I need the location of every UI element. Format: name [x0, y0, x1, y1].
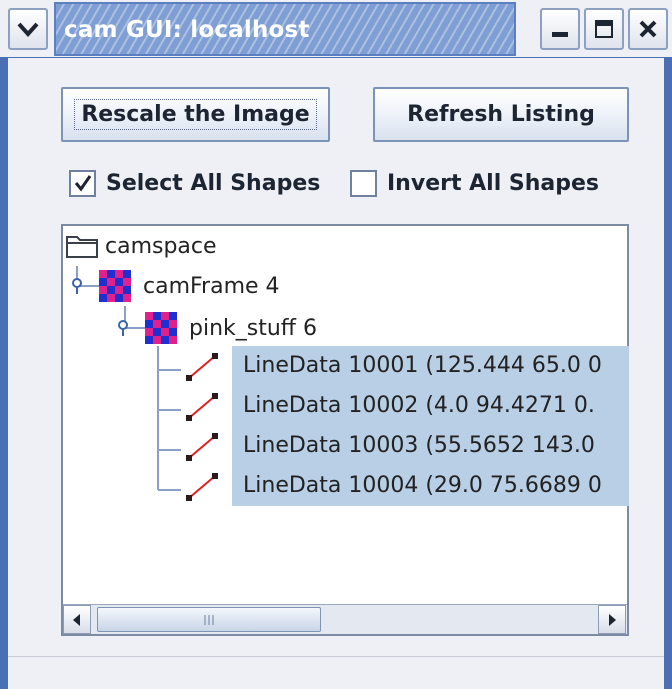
tree-leaf-label: LineData 10002 (4.0 94.4271 0. — [243, 393, 595, 418]
tree-node-camframe[interactable]: camFrame 4 — [69, 266, 280, 306]
window-title: cam GUI: localhost — [64, 17, 310, 43]
invert-all-shapes-checkbox[interactable]: Invert All Shapes — [350, 163, 599, 203]
arrow-right-icon — [609, 613, 616, 626]
tree-node-label: camFrame 4 — [143, 273, 280, 299]
chevron-down-icon — [17, 22, 39, 37]
select-all-label: Select All Shapes — [106, 170, 321, 196]
close-icon — [639, 20, 657, 38]
scroll-left-button[interactable] — [63, 605, 91, 634]
arrow-left-icon — [73, 613, 80, 626]
expand-handle-icon[interactable] — [69, 276, 89, 296]
tree-node-label: pink_stuff 6 — [189, 315, 317, 341]
maximize-button[interactable] — [584, 8, 624, 50]
select-all-box[interactable] — [69, 169, 96, 197]
line-icon — [186, 393, 218, 421]
expand-handle-icon[interactable] — [115, 318, 135, 338]
invert-all-label: Invert All Shapes — [387, 170, 600, 196]
line-icon — [186, 353, 218, 381]
select-all-shapes-checkbox[interactable]: Select All Shapes — [69, 163, 320, 203]
checker-icon — [99, 270, 131, 302]
close-button[interactable] — [628, 8, 668, 50]
checkmark-icon — [74, 175, 91, 192]
tree-node-camspace[interactable]: camspace — [65, 226, 217, 266]
folder-icon — [66, 236, 98, 258]
tree-leaf-label: LineData 10001 (125.444 65.0 0 — [243, 353, 602, 378]
shape-tree[interactable]: camspace camFrame 4 pink_stuff 6 LineDat… — [61, 224, 629, 636]
tree-leaf-label: LineData 10003 (55.5652 143.0 — [243, 433, 595, 458]
line-icon — [186, 433, 218, 461]
grip-icon — [204, 614, 214, 625]
app-window: cam GUI: localhost Rescale the Image Ref… — [0, 0, 672, 689]
refresh-listing-button[interactable]: Refresh Listing — [373, 87, 629, 142]
minimize-icon — [552, 32, 568, 37]
window-bottom-edge — [8, 656, 664, 689]
rescale-image-button[interactable]: Rescale the Image — [61, 87, 330, 142]
line-icon — [186, 473, 218, 501]
tree-node-pink-stuff[interactable]: pink_stuff 6 — [115, 308, 317, 348]
title-bar[interactable]: cam GUI: localhost — [0, 0, 672, 57]
checker-icon — [145, 312, 177, 344]
scroll-thumb[interactable] — [97, 607, 321, 632]
refresh-listing-label: Refresh Listing — [407, 102, 595, 127]
rescale-image-label: Rescale the Image — [74, 99, 317, 130]
minimize-button[interactable] — [540, 8, 580, 50]
tree-leaf-label: LineData 10004 (29.0 75.6689 0 — [243, 473, 602, 498]
maximize-icon — [595, 20, 613, 38]
tree-node-label: camspace — [105, 233, 217, 259]
scroll-right-button[interactable] — [598, 605, 626, 634]
horizontal-scrollbar[interactable] — [63, 604, 627, 634]
window-menu-button[interactable] — [8, 8, 48, 50]
invert-all-box[interactable] — [350, 169, 377, 197]
